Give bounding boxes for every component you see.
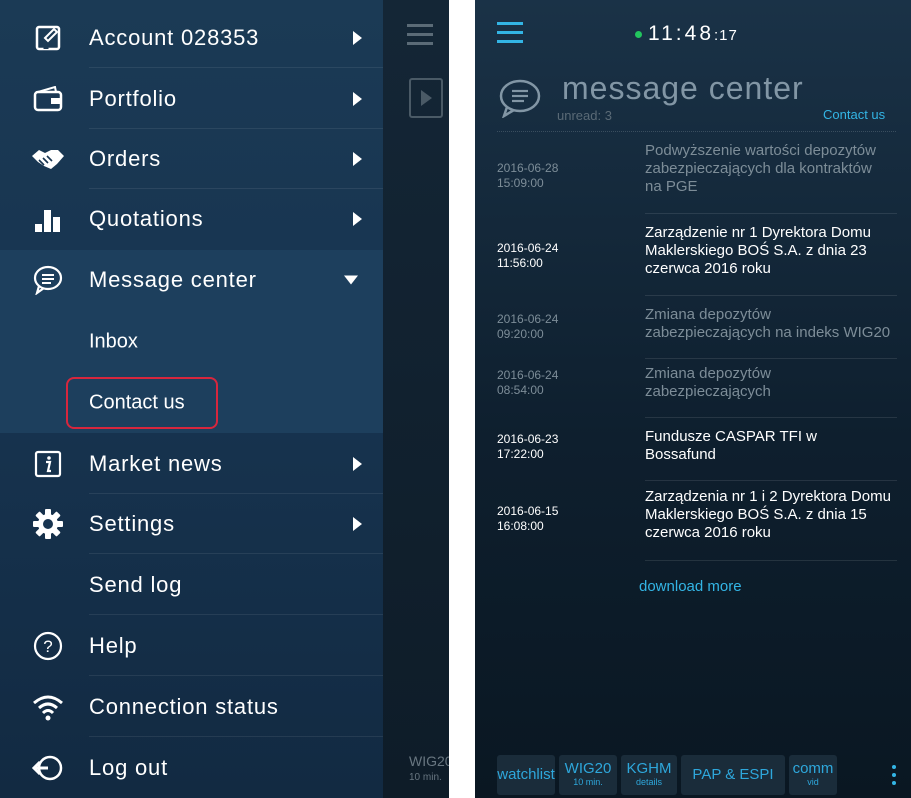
message-subject: Zmiana depozytów zabezpieczających na ind… xyxy=(645,306,891,341)
menu-label-log-out: Log out xyxy=(89,755,169,780)
gear-icon xyxy=(30,506,66,542)
menu-label-portfolio: Portfolio xyxy=(89,86,177,111)
chevron-right-icon xyxy=(353,152,362,166)
tab-wig20[interactable]: WIG20 10 min. xyxy=(559,755,617,795)
chevron-right-icon xyxy=(353,457,362,471)
menu-item-send-log[interactable]: Send log xyxy=(0,555,383,615)
submenu-item-inbox[interactable]: Inbox xyxy=(0,312,383,372)
message-date: 2016-06-15 16:08:00 xyxy=(497,504,559,533)
chevron-right-icon xyxy=(353,517,362,531)
wifi-icon xyxy=(30,689,66,725)
account-icon xyxy=(30,20,66,56)
message-subject: Zmiana depozytów zabezpieczających xyxy=(645,365,771,400)
background-tab-sub: 10 min. xyxy=(409,772,442,783)
divider xyxy=(645,560,897,561)
message-subject: Zarządzenie nr 1 Dyrektora Domu Maklerski… xyxy=(645,224,871,277)
message-item[interactable]: 2016-06-24 09:20:00 Zmiana depozytów zabez… xyxy=(475,296,911,359)
chat-bubble-icon xyxy=(499,79,541,118)
clock-seconds: :17 xyxy=(714,27,738,44)
hamburger-menu-button[interactable] xyxy=(497,22,523,49)
wallet-icon xyxy=(30,81,66,117)
menu-label-help: Help xyxy=(89,633,138,658)
menu-label-account: Account 028353 xyxy=(89,25,260,50)
chevron-right-icon xyxy=(353,31,362,45)
chevron-right-icon xyxy=(353,212,362,226)
side-menu: Account 028353 Portfolio Orders Quotatio… xyxy=(0,0,383,798)
divider xyxy=(89,675,383,676)
menu-label-market-news: Market news xyxy=(89,451,223,476)
background-screen: WIG20 10 min. xyxy=(383,0,449,798)
handshake-icon xyxy=(30,141,66,177)
message-date: 2016-06-24 09:20:00 xyxy=(497,312,559,341)
background-tab-label: WIG20 xyxy=(409,753,449,769)
connection-status-dot xyxy=(635,31,642,38)
tab-watchlist[interactable]: watchlist xyxy=(497,755,555,795)
page-title: message center xyxy=(562,70,804,106)
message-item[interactable]: 2016-06-28 15:09:00 Podwyższenie wartości… xyxy=(475,138,911,214)
menu-item-quotations[interactable]: Quotations xyxy=(0,189,383,249)
chat-bubble-icon xyxy=(30,262,66,298)
logout-icon xyxy=(30,750,66,786)
menu-item-account[interactable]: Account 028353 xyxy=(0,8,383,68)
message-item[interactable]: 2016-06-15 16:08:00 Zarządzenia nr 1 i 2 … xyxy=(475,481,911,561)
menu-label-connection-status: Connection status xyxy=(89,694,279,719)
divider xyxy=(89,614,383,615)
svg-text:?: ? xyxy=(43,637,52,656)
menu-item-log-out[interactable]: Log out xyxy=(0,738,383,798)
menu-item-orders[interactable]: Orders xyxy=(0,129,383,189)
chevron-down-icon xyxy=(344,275,358,285)
menu-label-message-center: Message center xyxy=(89,267,257,292)
menu-item-settings[interactable]: Settings xyxy=(0,494,383,554)
menu-label-quotations: Quotations xyxy=(89,206,204,231)
menu-label-settings: Settings xyxy=(89,511,175,536)
menu-screen: Account 028353 Portfolio Orders Quotatio… xyxy=(0,0,449,798)
menu-label-send-log: Send log xyxy=(89,572,183,597)
message-item[interactable]: 2016-06-24 08:54:00 Zmiana depozytów zabez… xyxy=(475,359,911,418)
clock: 11:48:17 xyxy=(648,22,738,46)
menu-item-market-news[interactable]: Market news xyxy=(0,434,383,494)
message-subject: Fundusze CASPAR TFI w Bossafund xyxy=(645,428,818,463)
message-date: 2016-06-23 17:22:00 xyxy=(497,432,559,461)
clock-time: 11:48 xyxy=(648,22,714,45)
hamburger-icon xyxy=(407,24,433,51)
bottom-tab-bar: watchlist WIG20 10 min. KGHM details PAP… xyxy=(497,755,911,795)
message-subject: Podwyższenie wartości depozytów zabezpiec… xyxy=(645,142,876,195)
info-icon xyxy=(30,446,66,482)
message-center-screen: 11:48:17 message center unread: 3 Contac… xyxy=(475,0,911,798)
tab-kghm[interactable]: KGHM details xyxy=(621,755,677,795)
message-subject: Zarządzenia nr 1 i 2 Dyrektora Domu Makle… xyxy=(645,488,891,541)
more-options-icon[interactable] xyxy=(892,765,897,789)
tab-pap-espi[interactable]: PAP & ESPI xyxy=(681,755,785,795)
menu-label-orders: Orders xyxy=(89,146,162,171)
contact-us-link[interactable]: Contact us xyxy=(823,107,885,122)
bar-chart-icon xyxy=(30,201,66,237)
play-icon xyxy=(421,90,432,106)
unread-count: unread: 3 xyxy=(557,108,612,123)
message-date: 2016-06-28 15:09:00 xyxy=(497,161,559,190)
message-item[interactable]: 2016-06-23 17:22:00 Fundusze CASPAR TFI w… xyxy=(475,418,911,481)
contact-us-highlight xyxy=(66,377,218,429)
submenu-label-inbox: Inbox xyxy=(89,330,138,353)
message-date: 2016-06-24 08:54:00 xyxy=(497,368,559,397)
message-item[interactable]: 2016-06-24 11:56:00 Zarządzenie nr 1 Dyre… xyxy=(475,214,911,296)
divider xyxy=(89,553,383,554)
divider xyxy=(89,736,383,737)
message-date: 2016-06-24 11:56:00 xyxy=(497,241,559,270)
menu-item-connection-status[interactable]: Connection status xyxy=(0,677,383,737)
download-more-link[interactable]: download more xyxy=(639,578,742,595)
menu-item-portfolio[interactable]: Portfolio xyxy=(0,69,383,129)
menu-item-help[interactable]: ? Help xyxy=(0,616,383,676)
tab-comm[interactable]: comm vid xyxy=(789,755,837,795)
chevron-right-icon xyxy=(353,92,362,106)
help-icon: ? xyxy=(30,628,66,664)
divider xyxy=(89,67,383,68)
divider xyxy=(497,131,896,132)
menu-item-message-center[interactable]: Message center xyxy=(0,250,383,310)
